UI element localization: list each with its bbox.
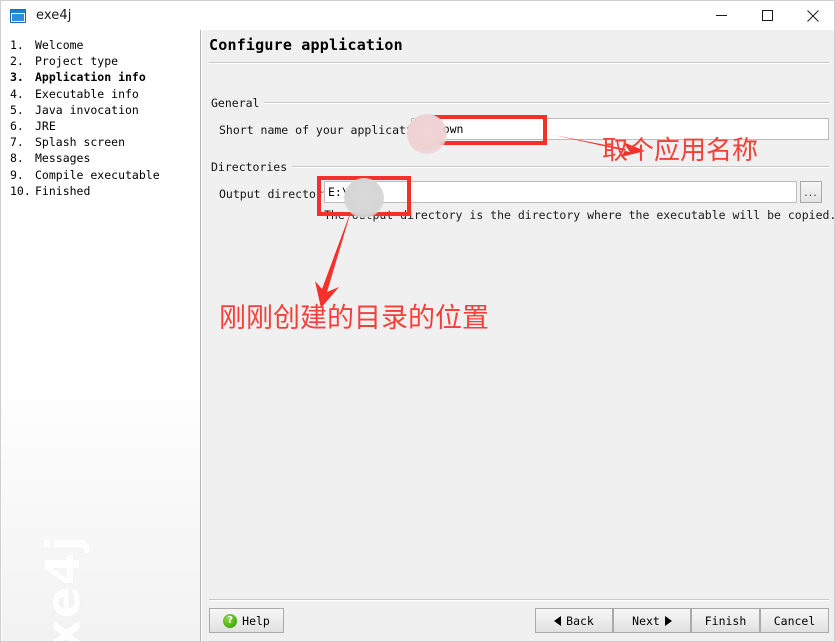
sidebar-item-compile-executable[interactable]: 9. Compile executable [10,167,200,183]
window-title: exe4j [36,8,72,23]
content-panel: Configure application General Short name… [202,30,835,641]
window-controls [698,1,834,30]
step-number: 10. [10,183,31,198]
maximize-button[interactable] [744,1,790,30]
step-number: 2. [10,54,24,69]
page-title-divider [209,62,829,64]
step-number: 8. [10,151,24,166]
step-number: 5. [10,102,24,117]
title-bar: exe4j [1,1,834,30]
step-label: Messages [35,151,91,166]
step-list: 1. Welcome 2. Project type 3. Applicatio… [10,37,200,199]
step-number: 4. [10,86,24,101]
step-number: 7. [10,135,24,150]
step-label: Project type [35,54,119,69]
sidebar-item-application-info[interactable]: 3. Application info [10,69,200,85]
general-group-divider [264,102,829,104]
close-icon [807,9,819,22]
output-directory-hint: The output directory is the directory wh… [324,208,835,222]
minimize-icon [715,15,727,16]
exe4j-watermark: exe4j [36,534,92,642]
help-question-icon: ? [223,613,238,628]
sidebar-item-jre[interactable]: 6. JRE [10,118,200,134]
step-label: JRE [35,118,56,133]
maximize-icon [761,10,773,21]
close-button[interactable] [790,1,834,30]
step-label: Application info [35,70,146,85]
chevron-left-icon [554,615,562,626]
browse-output-directory-button[interactable]: ... [800,181,822,203]
chevron-right-icon [664,615,672,626]
app-window-icon [10,8,26,23]
back-button[interactable]: Back [535,608,613,633]
sidebar-item-executable-info[interactable]: 4. Executable info [10,86,200,102]
step-label: Executable info [35,86,139,101]
wizard-step-sidebar: 1. Welcome 2. Project type 3. Applicatio… [2,30,201,642]
step-label: Java invocation [35,102,139,117]
arrow-to-output-dir-icon [315,208,352,308]
step-number: 1. [10,38,24,52]
step-label: Welcome [35,38,84,52]
button-bar-divider [209,599,829,601]
sidebar-item-welcome[interactable]: 1. Welcome [10,37,200,53]
finish-button-label: Finish [704,613,747,628]
sidebar-item-java-invocation[interactable]: 5. Java invocation [10,102,200,118]
output-directory-label: Output directory [219,187,330,201]
step-number: 9. [10,167,24,182]
exe4j-wizard-window: exe4j 1. Welcome 2. Project type 3. Appl… [0,0,835,642]
cancel-button[interactable]: Cancel [760,608,829,633]
help-button-label: Help [242,613,270,628]
page-title: Configure application [209,36,403,54]
next-button-label: Next [632,613,660,628]
step-number: 3. [10,70,24,85]
back-button-label: Back [566,613,594,628]
help-button[interactable]: ? Help [209,608,284,633]
step-label: Compile executable [35,167,160,182]
general-group-label: General [211,96,265,110]
sidebar-item-finished[interactable]: 10. Finished [10,183,200,199]
sidebar-item-splash-screen[interactable]: 7. Splash screen [10,134,200,150]
next-button[interactable]: Next [613,608,691,633]
cancel-button-label: Cancel [773,613,816,628]
directories-group-label: Directories [211,160,293,174]
step-number: 6. [10,118,24,133]
sidebar-item-project-type[interactable]: 2. Project type [10,53,200,69]
annotation-note-output-dir: 刚刚创建的目录的位置 [219,303,489,334]
sidebar-item-messages[interactable]: 8. Messages [10,150,200,166]
step-label: Splash screen [35,135,126,150]
minimize-button[interactable] [698,1,744,30]
annotation-note-app-name: 取个应用名称 [602,136,759,166]
output-directory-input[interactable]: E:\k [324,181,797,203]
step-label: Finished [35,183,91,198]
short-name-label: Short name of your application: [219,123,434,137]
finish-button[interactable]: Finish [691,608,760,633]
